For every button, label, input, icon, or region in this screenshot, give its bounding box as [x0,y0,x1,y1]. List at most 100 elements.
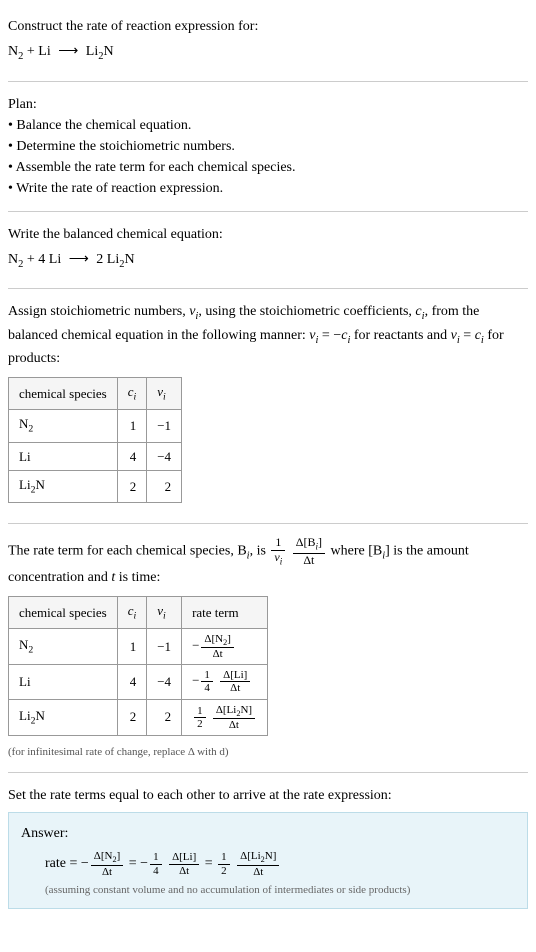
rateterm-section: The rate term for each chemical species,… [8,528,528,768]
plan-title: Plan: [8,94,528,115]
th-ci: ci [117,596,147,628]
divider [8,523,528,524]
cell-species: Li2N [9,471,118,503]
bot: 4 [150,865,162,877]
nu-sub: i [163,610,166,621]
cell-species: N2 [9,629,118,665]
eq1: = − [125,856,148,871]
c: N] [240,704,252,716]
eq-neg: = − [318,328,341,343]
c: ] [227,633,231,645]
nu-i: i [280,556,283,566]
rt-p5: is time: [115,570,160,585]
cell-nui: 2 [147,699,182,735]
th-nui: νi [147,596,182,628]
n2-n: N [19,637,28,652]
rate-eq-start: rate = − [45,856,89,871]
top: Δ[Li2N] [213,704,255,719]
cell-rate-term: −Δ[N2]Δt [182,629,268,665]
balanced-section: Write the balanced chemical equation: N2… [8,216,528,285]
dbi-c: ] [318,535,322,549]
balanced-equation: N2 + 4 Li ⟶ 2 Li2N [8,249,528,273]
frac-bot: νi [271,551,285,567]
rateterm-text: The rate term for each chemical species,… [8,536,528,587]
a: Δ[N [204,633,223,645]
bal-li2n-n: N [125,252,135,267]
n2-sub: 2 [28,424,33,435]
cell-rate-term: −14 Δ[Li]Δt [182,665,268,699]
rt-p3: where [B [327,544,382,559]
plan-item-2: • Determine the stoichiometric numbers. [8,136,528,157]
th-nui: νi [147,378,182,410]
table-header-row: chemical species ci νi rate term [9,596,268,628]
divider [8,772,528,773]
cell-nui: −4 [147,442,182,471]
unbalanced-equation: N2 + Li ⟶ Li2N [8,41,528,65]
th-species: chemical species [9,378,118,410]
answer-label: Answer: [21,823,515,844]
product-li2n-li: Li [82,44,98,59]
table-row: N2 1 −1 −Δ[N2]Δt [9,629,268,665]
plan-item-1: • Balance the chemical equation. [8,115,528,136]
frac-dn2-dt: Δ[N2]Δt [201,633,233,660]
bot: 2 [194,718,206,730]
divider [8,81,528,82]
top: Δ[Li] [169,851,199,864]
table-header-row: chemical species ci νi [9,378,182,410]
n: N [35,708,44,723]
infinitesimal-note: (for infinitesimal rate of change, repla… [8,744,528,761]
frac-one-half: 12 [218,851,230,876]
bot: Δt [213,719,255,731]
c: N] [265,850,277,862]
plan-section: Plan: • Balance the chemical equation. •… [8,86,528,207]
eq2: = [201,856,216,871]
li2n-li: Li [19,477,31,492]
plan-item-3: • Assemble the rate term for each chemic… [8,157,528,178]
plan-item-4: • Write the rate of reaction expression. [8,178,528,199]
cell-rate-term: 12 Δ[Li2N]Δt [182,699,268,735]
product-li2n-n: N [104,44,114,59]
cell-nui: −4 [147,665,182,699]
th-ci: ci [117,378,147,410]
rate-expression: rate = −Δ[N2]Δt = −14 Δ[Li] Δt = 12 Δ[Li 2… [21,850,515,877]
cell-nui: 2 [147,471,182,503]
set-equal-section: Set the rate terms equal to each other t… [8,777,528,917]
bot: Δt [220,682,250,694]
top: 1 [150,851,162,864]
frac-bot: Δt [293,554,325,567]
th-species: chemical species [9,596,118,628]
rate-term-table: chemical species ci νi rate term N2 1 −1… [8,596,268,736]
cell-ci: 1 [117,410,147,442]
cell-species: Li [9,665,118,699]
rt-p1: The rate term for each chemical species,… [8,544,247,559]
frac-top: Δ[Bi] [293,536,325,553]
a: Δ[Li [216,704,237,716]
frac-dn2-dt: Δ[N2]Δt [91,850,123,877]
table-row: Li 4 −4 −14 Δ[Li]Δt [9,665,268,699]
li2n-n: N [35,477,44,492]
neg: − [192,638,199,653]
prompt-section: Construct the rate of reaction expressio… [8,8,528,77]
answer-box: Answer: rate = −Δ[N2]Δt = −14 Δ[Li] Δt = … [8,812,528,909]
ci-sub: i [134,392,137,403]
set-equal-text: Set the rate terms equal to each other t… [8,785,528,806]
divider [8,288,528,289]
nu-sub: i [163,392,166,403]
cell-ci: 4 [117,442,147,471]
balanced-title: Write the balanced chemical equation: [8,224,528,245]
eq2-eq: = [460,328,475,343]
frac-one-fourth: 14 [201,669,213,694]
bot: Δt [91,866,123,878]
bot: 2 [218,865,230,877]
plus-li: + Li [23,44,54,59]
a: Δ[Li [240,850,261,862]
assign-p1: Assign stoichiometric numbers, [8,304,189,319]
li: Li [19,708,31,723]
n2-sub: 2 [28,645,33,656]
frac-top: 1 [271,536,285,550]
table-row: Li2N 2 2 12 Δ[Li2N]Δt [9,699,268,735]
dbi-a: Δ[B [296,535,316,549]
bot: 4 [201,682,213,694]
bot: Δt [237,866,279,878]
assign-p2: , using the stoichiometric coefficients, [198,304,415,319]
